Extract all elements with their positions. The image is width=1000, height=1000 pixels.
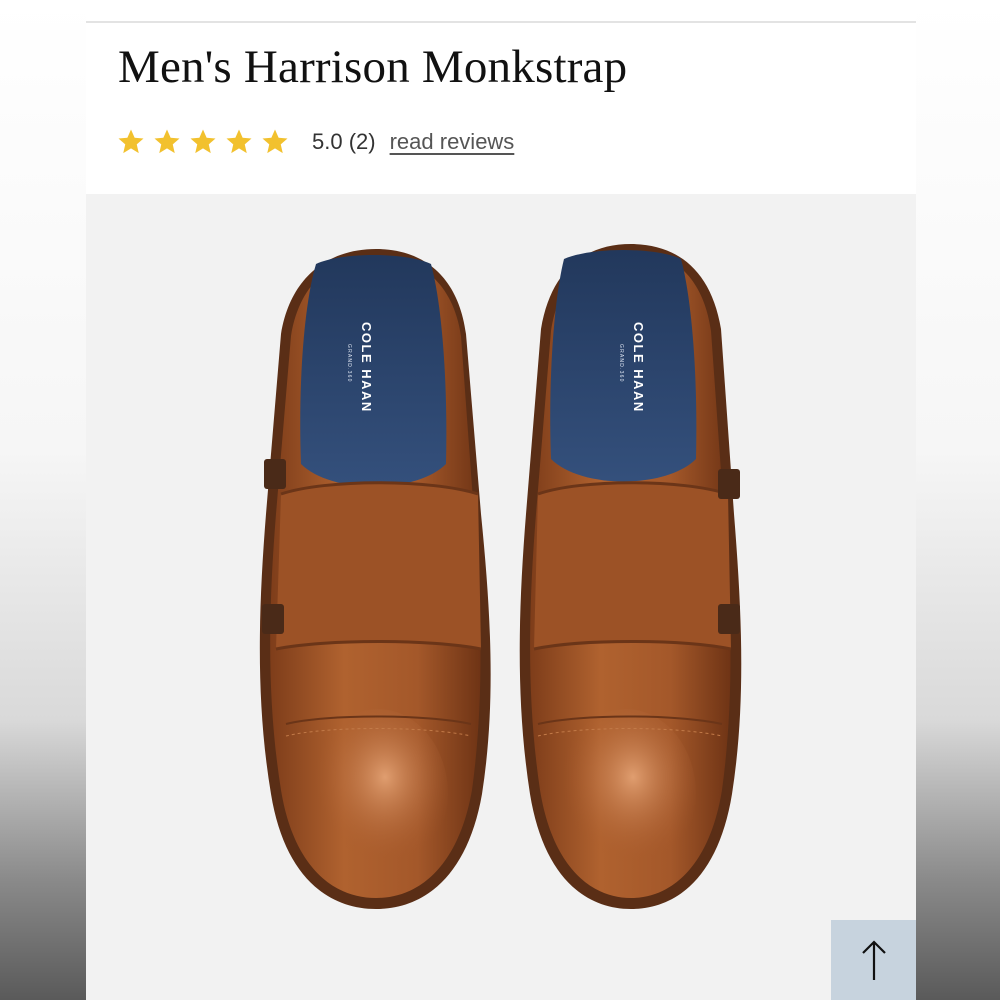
product-page: Men's Harrison Monkstrap 5.0 (2) read re… bbox=[86, 0, 916, 1000]
star-icon bbox=[226, 129, 252, 154]
rating-stars bbox=[116, 127, 290, 157]
shoe-pair-illustration: COLE HAAN GRAND.360 COLE HAAN GRAND.360 bbox=[259, 244, 742, 909]
insole-subbrand-text: GRAND.360 bbox=[346, 344, 352, 383]
left-shoe: COLE HAAN GRAND.360 bbox=[259, 249, 491, 909]
star-icon bbox=[190, 129, 216, 154]
insole-brand-text: COLE HAAN bbox=[631, 322, 646, 413]
scroll-to-top-button[interactable] bbox=[831, 920, 916, 1000]
product-image[interactable]: COLE HAAN GRAND.360 COLE HAAN GRAND.360 bbox=[86, 194, 916, 1000]
star-icon bbox=[118, 129, 144, 154]
read-reviews-link[interactable]: read reviews bbox=[390, 129, 515, 155]
star-icon bbox=[262, 129, 288, 154]
top-divider bbox=[86, 21, 916, 23]
rating-score: 5.0 (2) bbox=[312, 129, 376, 154]
insole-subbrand-text: GRAND.360 bbox=[618, 344, 624, 383]
insole-brand-text: COLE HAAN bbox=[359, 322, 374, 413]
product-title: Men's Harrison Monkstrap bbox=[118, 41, 628, 93]
right-shoe: COLE HAAN GRAND.360 bbox=[519, 244, 742, 909]
star-icon bbox=[154, 129, 180, 154]
rating-row: 5.0 (2) read reviews bbox=[116, 122, 514, 162]
arrow-up-icon bbox=[861, 940, 886, 980]
